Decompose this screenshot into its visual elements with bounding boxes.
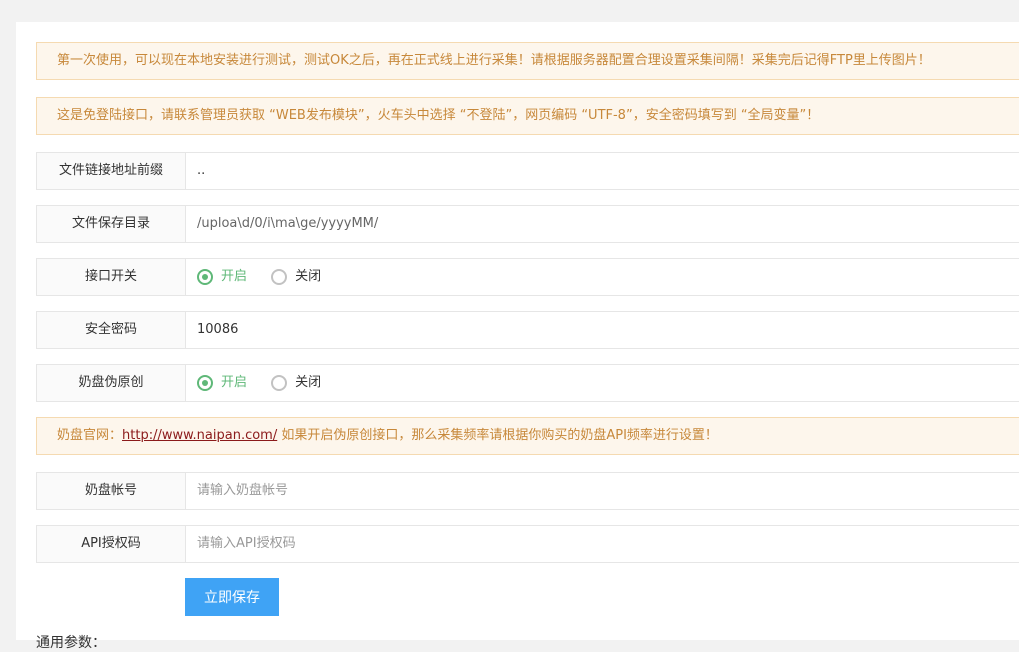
naipan-pseudo-on-label: 开启 (221, 375, 248, 390)
notice-naipan-suffix: 如果开启伪原创接口，那么采集频率请根据你购买的奶盘API频率进行设置！ (277, 428, 718, 443)
file-save-dir-label: 文件保存目录 (37, 206, 186, 242)
api-switch-on-label: 开启 (221, 269, 248, 284)
radio-unchecked-icon (271, 269, 288, 285)
row-file-save-dir: 文件保存目录 /uploa\d/0/i\ma\ge/yyyyMM/ (36, 205, 1019, 243)
row-api-switch: 接口开关 开启 关闭 (36, 258, 1019, 296)
notice-first-use: 第一次使用，可以现在本地安装进行测试，测试OK之后，再在正式线上进行采集！请根据… (36, 42, 1019, 80)
notice-naipan-prefix: 奶盘官网： (57, 428, 123, 443)
naipan-pseudo-radio-group: 开启 关闭 (186, 365, 1019, 401)
section-title-general-params: 通用参数： (36, 635, 106, 651)
api-switch-radio-group: 开启 关闭 (186, 259, 1019, 295)
row-naipan-account: 奶盘帐号 请输入奶盘帐号 (36, 472, 1019, 510)
api-switch-on-radio[interactable]: 开启 (197, 259, 247, 296)
settings-panel: 第一次使用，可以现在本地安装进行测试，测试OK之后，再在正式线上进行采集！请根据… (16, 22, 1019, 651)
naipan-account-input[interactable]: 请输入奶盘帐号 (186, 473, 1019, 509)
naipan-pseudo-off-radio[interactable]: 关闭 (271, 365, 321, 402)
notice-first-use-text: 第一次使用，可以现在本地安装进行测试，测试OK之后，再在正式线上进行采集！请根据… (57, 53, 931, 68)
row-naipan-pseudo: 奶盘伪原创 开启 关闭 (36, 364, 1019, 402)
api-switch-label: 接口开关 (37, 259, 186, 295)
file-url-prefix-label: 文件链接地址前缀 (37, 153, 186, 189)
naipan-pseudo-on-radio[interactable]: 开启 (197, 365, 247, 402)
notice-naipan: 奶盘官网：http://www.naipan.com/ 如果开启伪原创接口，那么… (36, 417, 1019, 455)
file-save-dir-input[interactable]: /uploa\d/0/i\ma\ge/yyyyMM/ (186, 206, 1019, 242)
api-auth-code-input[interactable]: 请输入API授权码 (186, 526, 1019, 562)
radio-unchecked-icon (271, 375, 288, 391)
save-button[interactable]: 立即保存 (185, 578, 279, 616)
api-switch-off-label: 关闭 (295, 269, 322, 284)
row-security-password: 安全密码 10086 (36, 311, 1019, 349)
security-password-input[interactable]: 10086 (186, 312, 1019, 348)
naipan-account-label: 奶盘帐号 (37, 473, 186, 509)
row-api-auth-code: API授权码 请输入API授权码 (36, 525, 1019, 563)
row-file-url-prefix: 文件链接地址前缀 .. (36, 152, 1019, 190)
naipan-website-link[interactable]: http://www.naipan.com/ (122, 428, 277, 443)
naipan-pseudo-off-label: 关闭 (295, 375, 322, 390)
notice-no-login: 这是免登陆接口，请联系管理员获取 “WEB发布模块”，火车头中选择 “不登陆”，… (36, 97, 1019, 135)
radio-checked-icon (197, 375, 213, 391)
notice-no-login-text: 这是免登陆接口，请联系管理员获取 “WEB发布模块”，火车头中选择 “不登陆”，… (57, 108, 820, 123)
file-url-prefix-input[interactable]: .. (186, 153, 1019, 189)
naipan-pseudo-label: 奶盘伪原创 (37, 365, 186, 401)
radio-checked-icon (197, 269, 213, 285)
api-switch-off-radio[interactable]: 关闭 (271, 259, 321, 296)
api-auth-code-label: API授权码 (37, 526, 186, 562)
security-password-label: 安全密码 (37, 312, 186, 348)
